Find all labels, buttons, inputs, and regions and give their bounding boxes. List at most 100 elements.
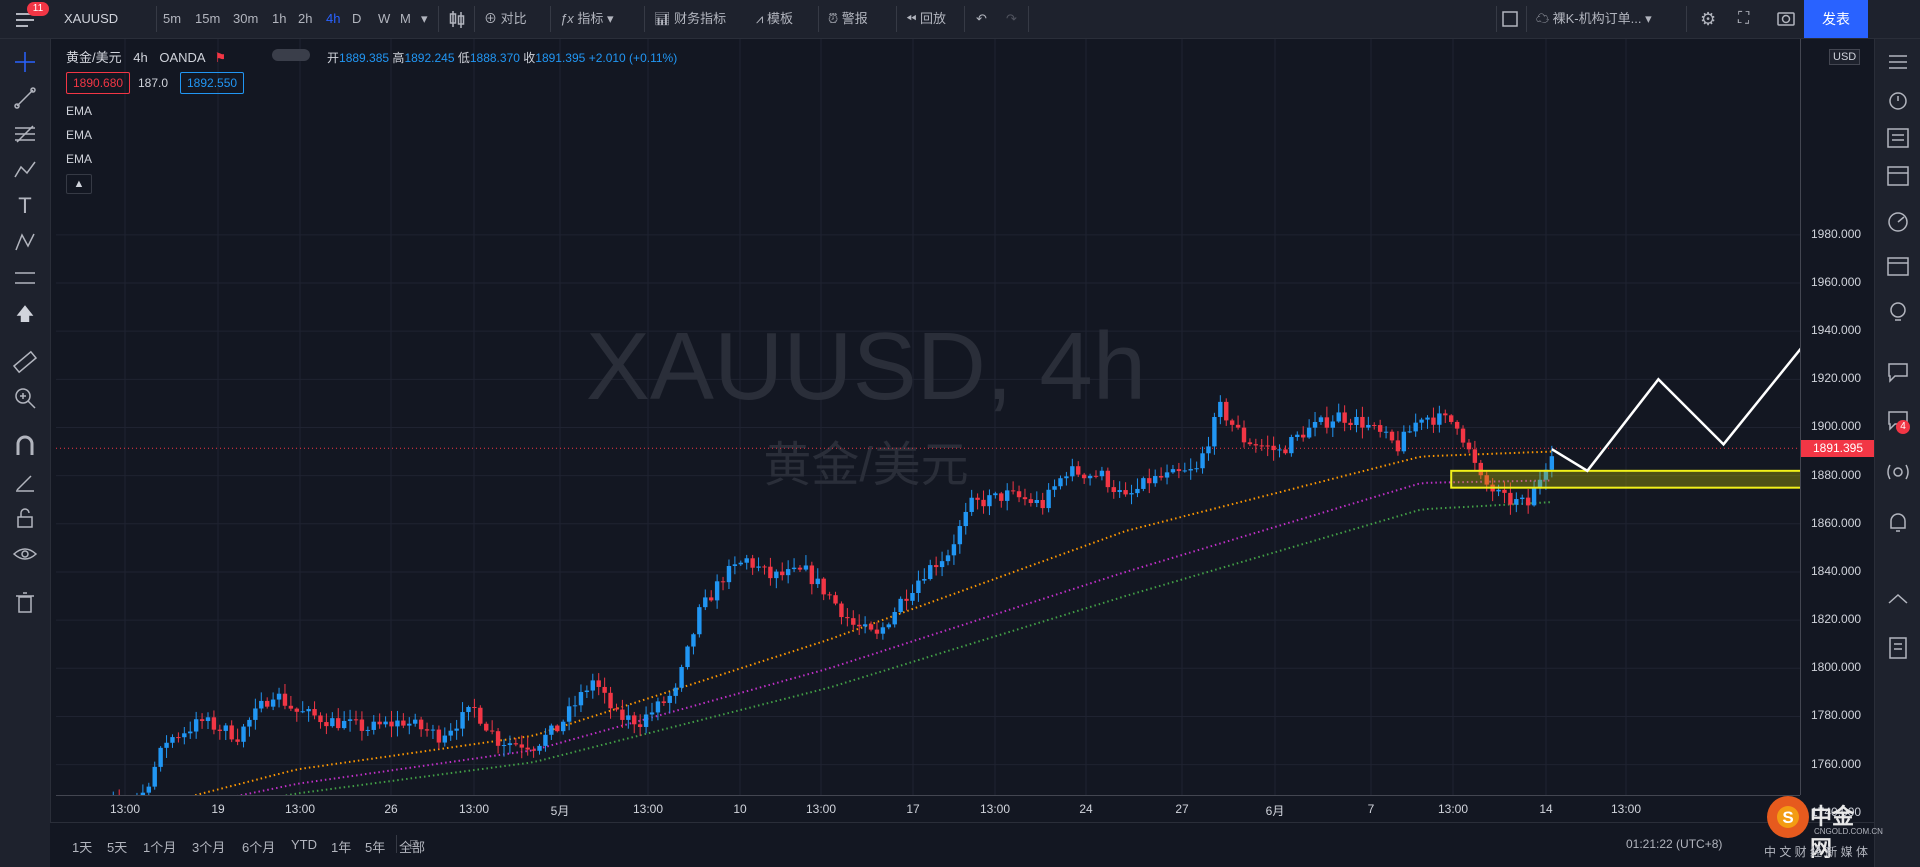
candle-body: [1372, 424, 1377, 426]
chat-icon[interactable]: [1885, 359, 1911, 385]
fib-icon[interactable]: [12, 121, 38, 147]
timeframe-dropdown-icon[interactable]: ▾: [421, 0, 428, 38]
candle-body: [993, 493, 998, 496]
candle-body: [1058, 478, 1063, 487]
candle-body: [1028, 499, 1034, 504]
date-range-icon[interactable]: ⌸: [410, 837, 418, 853]
market-status-toggle[interactable]: [272, 49, 310, 61]
pencil-lock-icon[interactable]: [12, 469, 38, 495]
timeframe-2h[interactable]: 2h: [298, 0, 312, 38]
candle-body: [922, 579, 927, 581]
price-chart[interactable]: XAUUSD, 4h 黄金/美元: [56, 39, 1800, 795]
ruler-icon[interactable]: [12, 349, 38, 375]
drawing-toolbar: T 🡅: [0, 39, 51, 867]
flag-icon[interactable]: ⚑: [214, 50, 226, 65]
crosshair-icon[interactable]: [12, 49, 38, 75]
range-7[interactable]: 5年: [365, 837, 385, 856]
candle-body: [561, 721, 566, 732]
trend-line-icon[interactable]: [12, 85, 38, 111]
arrow-up-icon[interactable]: 🡅: [12, 301, 38, 327]
replay-button[interactable]: ⏪︎ 回放: [906, 0, 946, 38]
candle-body: [1318, 417, 1324, 422]
buy-price[interactable]: 1892.550: [180, 72, 245, 94]
alert-button[interactable]: ⏰︎ 警报: [828, 0, 868, 38]
financials-button[interactable]: 📊︎ 财务指标: [654, 0, 726, 38]
candle-body: [1153, 476, 1158, 484]
calendar-icon[interactable]: [1885, 253, 1911, 279]
range-4[interactable]: 6个月: [242, 837, 275, 856]
clock[interactable]: 01:21:22 (UTC+8): [1626, 837, 1722, 851]
camera-icon[interactable]: [1776, 0, 1796, 38]
candle-body: [1034, 499, 1039, 504]
fullscreen-box-icon[interactable]: [1500, 0, 1520, 38]
candle-body: [661, 701, 667, 703]
dom-icon[interactable]: [1885, 635, 1911, 661]
indicators-button[interactable]: ƒx 指标 ▾: [560, 0, 614, 38]
news-icon[interactable]: [1885, 125, 1911, 151]
notification-bell-icon[interactable]: [1885, 509, 1911, 535]
currency-label[interactable]: USD: [1829, 49, 1861, 65]
candle-body: [857, 624, 862, 627]
prediction-icon[interactable]: [12, 229, 38, 255]
symbol-search[interactable]: XAUUSD: [64, 0, 118, 38]
candle-body: [572, 705, 578, 707]
range-6[interactable]: 1年: [331, 837, 351, 856]
candle-style-icon[interactable]: [448, 0, 468, 38]
chevrons-icon[interactable]: [1885, 585, 1911, 611]
magnet-icon[interactable]: [12, 433, 38, 459]
watchlist-icon[interactable]: [1885, 49, 1911, 75]
price-axis[interactable]: 1980.000 1960.000 1940.000 1920.000 1900.000…: [1800, 39, 1875, 819]
lock-icon[interactable]: [12, 505, 38, 531]
ideas-bulb-icon[interactable]: [1885, 299, 1911, 325]
range-5[interactable]: YTD: [291, 837, 317, 852]
text-tool-icon[interactable]: T: [12, 193, 38, 219]
pattern-icon[interactable]: [12, 157, 38, 183]
data-window-icon[interactable]: [1885, 163, 1911, 189]
templates-button[interactable]: ⩘ 模板: [756, 0, 793, 38]
timeframe-4h[interactable]: 4h: [326, 0, 340, 38]
sell-price[interactable]: 1890.680: [66, 72, 131, 94]
time-tick-label: 5月: [550, 804, 570, 818]
layout-menu[interactable]: ☁ 裸K-机构订单... ▾: [1536, 0, 1652, 38]
candle-body: [987, 495, 992, 507]
alarm-clock-icon[interactable]: [1885, 87, 1911, 113]
streams-icon[interactable]: [1885, 459, 1911, 485]
timeframe-1h[interactable]: 1h: [272, 0, 286, 38]
compare-button[interactable]: ⊕ 对比: [484, 0, 527, 38]
measure-lines-icon[interactable]: [12, 265, 38, 291]
hotlist-icon[interactable]: [1885, 209, 1911, 235]
candle-body: [892, 611, 897, 625]
range-2[interactable]: 1个月: [143, 837, 176, 856]
candle-body: [241, 726, 246, 742]
publish-button[interactable]: 发表: [1804, 0, 1868, 38]
candle-body: [217, 729, 223, 731]
timeframe-W[interactable]: W: [378, 0, 390, 38]
timeframe-15m[interactable]: 15m: [195, 0, 220, 38]
indicator-ema-1[interactable]: EMA: [66, 104, 92, 118]
undo-icon[interactable]: ↶: [976, 0, 987, 38]
candle-body: [1283, 449, 1288, 454]
timeframe-30m[interactable]: 30m: [233, 0, 258, 38]
legend-source: OANDA: [159, 50, 205, 65]
candle-body: [1354, 416, 1359, 426]
candle-body: [1431, 417, 1436, 425]
timeframe-D[interactable]: D: [352, 0, 361, 38]
timeframe-M[interactable]: M: [400, 0, 411, 38]
collapse-legend-icon[interactable]: ▲: [66, 174, 92, 194]
candle-body: [176, 737, 181, 739]
range-0[interactable]: 1天: [72, 837, 92, 856]
candle-body: [1099, 470, 1105, 477]
trash-icon[interactable]: [12, 589, 38, 615]
indicator-ema-2[interactable]: EMA: [66, 128, 92, 142]
timeframe-5m[interactable]: 5m: [163, 0, 181, 38]
candle-body: [330, 718, 335, 727]
time-axis[interactable]: 13:00 19 13:00 26 13:00 5月 13:00 10 13:00 17 13:00…: [56, 795, 1800, 822]
indicator-ema-3[interactable]: EMA: [66, 152, 92, 166]
settings-gear-icon[interactable]: ⚙: [1700, 0, 1716, 38]
range-1[interactable]: 5天: [107, 837, 127, 856]
zoom-in-icon[interactable]: [12, 385, 38, 411]
redo-icon[interactable]: ↷: [1006, 0, 1017, 38]
eye-icon[interactable]: [12, 541, 38, 567]
fullscreen-icon[interactable]: ⛶: [1738, 0, 1749, 38]
range-3[interactable]: 3个月: [192, 837, 225, 856]
